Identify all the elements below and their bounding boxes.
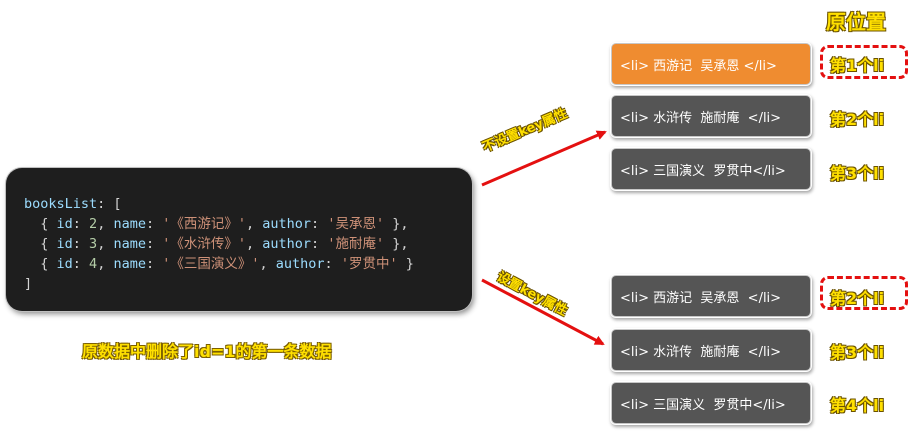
- top-li-item-2: <li> 水浒传 施耐庵 </li>: [612, 96, 810, 136]
- top-position-1: 第1个li: [830, 56, 885, 75]
- top-li-item-1: <li> 西游记 吴承恩 </li>: [612, 44, 810, 84]
- bottom-position-1: 第2个li: [830, 289, 885, 308]
- bottom-li-item-1: <li> 西游记 吴承恩 </li>: [612, 276, 810, 316]
- top-position-2: 第2个li: [830, 110, 885, 129]
- position-title: 原位置: [826, 10, 886, 34]
- top-position-3: 第3个li: [830, 164, 885, 183]
- bottom-position-2: 第3个li: [830, 343, 885, 362]
- bottom-li-item-2: <li> 水浒传 施耐庵 </li>: [612, 330, 810, 370]
- top-li-item-3: <li> 三国演义 罗贯中</li>: [612, 149, 810, 189]
- bottom-li-item-3: <li> 三国演义 罗贯中</li>: [612, 383, 810, 423]
- bottom-position-3: 第4个li: [830, 396, 885, 415]
